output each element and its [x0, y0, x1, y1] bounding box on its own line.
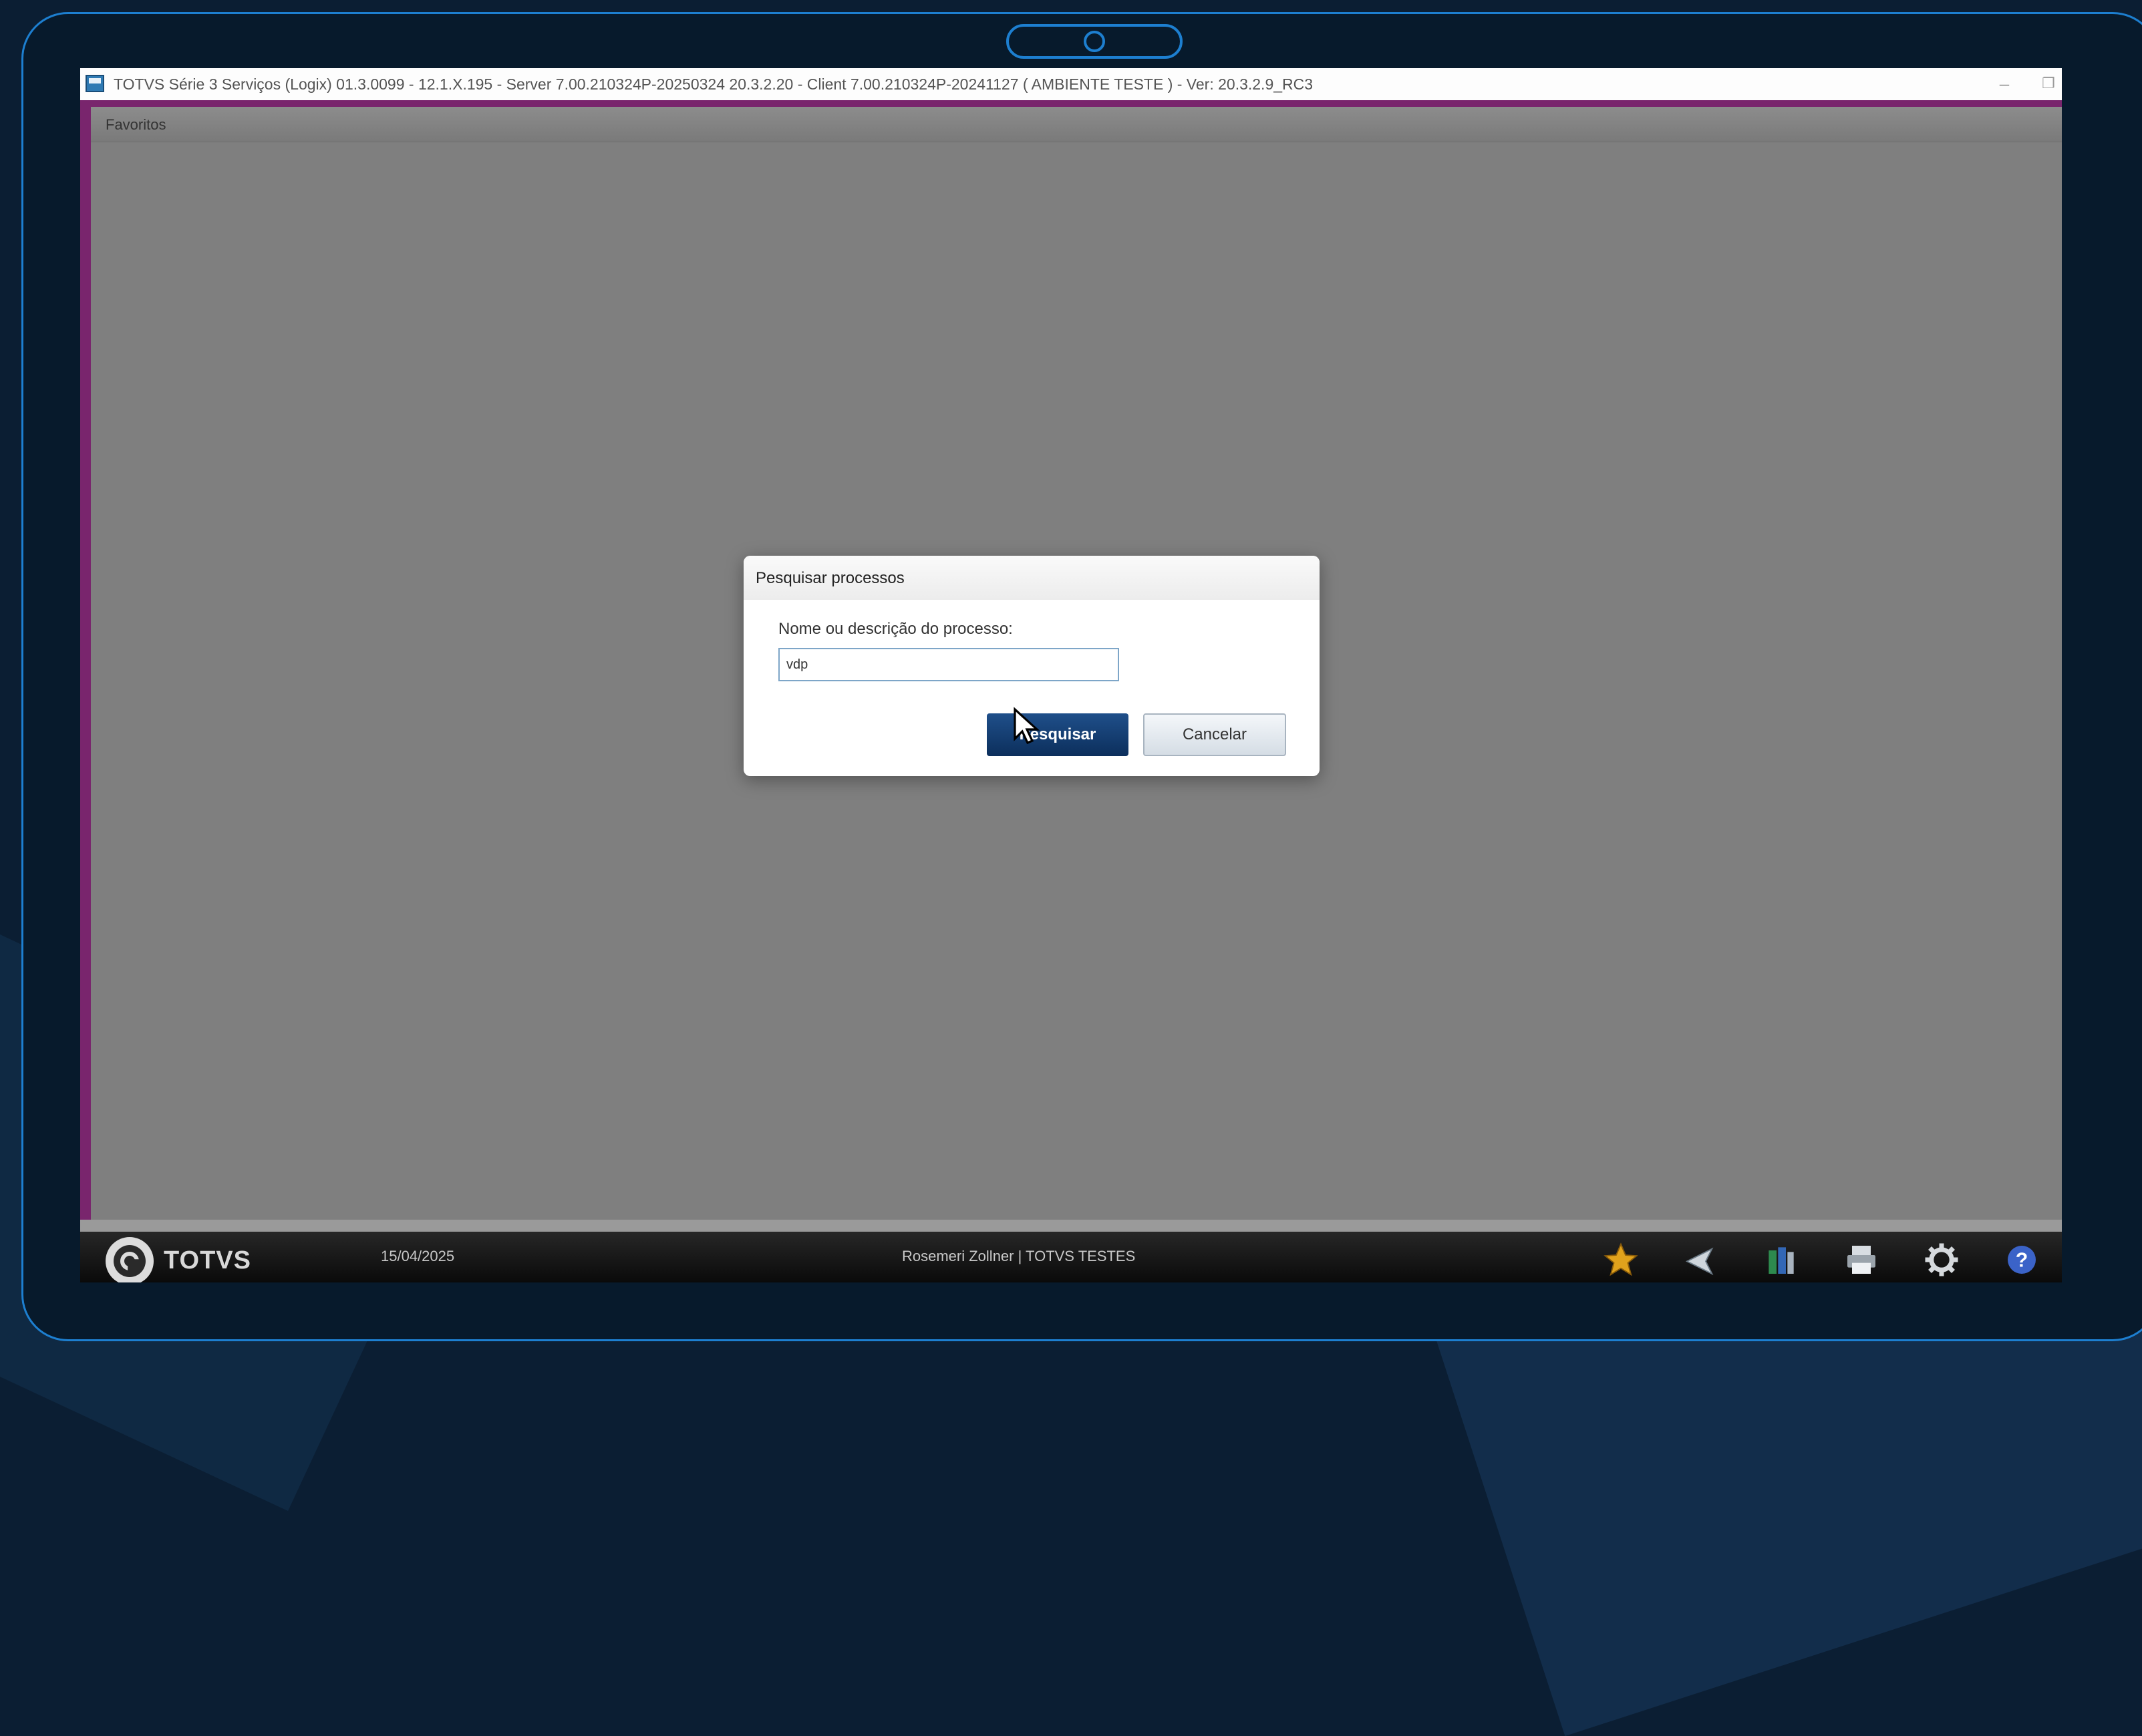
favorites-bar: Favoritos [91, 107, 2062, 142]
dialog-header: Pesquisar processos [744, 556, 1320, 600]
status-divider [80, 1220, 2062, 1232]
window-title: TOTVS Série 3 Serviços (Logix) 01.3.0099… [114, 75, 1314, 93]
process-search-input[interactable] [778, 648, 1119, 681]
books-icon[interactable] [1763, 1241, 1800, 1278]
search-button[interactable]: Pesquisar [987, 713, 1128, 756]
minimize-button[interactable]: – [1984, 68, 2024, 100]
accent-bar [80, 100, 2062, 107]
app-icon [86, 75, 104, 92]
favorites-menu[interactable]: Favoritos [106, 116, 166, 134]
restore-button[interactable]: ❐ [2028, 68, 2062, 100]
help-icon[interactable]: ? [2003, 1241, 2040, 1278]
cancel-button[interactable]: Cancelar [1143, 713, 1286, 756]
star-icon[interactable] [1602, 1241, 1640, 1278]
process-field-label: Nome ou descrição do processo: [778, 620, 1013, 638]
totvs-logo-icon [106, 1237, 154, 1282]
status-date: 15/04/2025 [381, 1248, 455, 1264]
camera-lens [1084, 31, 1105, 52]
printer-icon[interactable] [1843, 1241, 1880, 1278]
device-camera [1006, 24, 1183, 59]
close-button[interactable]: ✕ [2060, 68, 2062, 100]
gear-icon[interactable] [1923, 1241, 1960, 1278]
status-bar: TOTVS 15/04/2025 Rosemeri Zollner | TOTV… [80, 1220, 2062, 1282]
back-arrow-icon[interactable] [1682, 1241, 1720, 1278]
status-user: Rosemeri Zollner | TOTVS TESTES [902, 1248, 1136, 1264]
mouse-cursor-icon [1014, 707, 1040, 745]
left-accent-bar [80, 100, 91, 1262]
title-bar: TOTVS Série 3 Serviços (Logix) 01.3.0099… [80, 68, 2062, 100]
dialog-title: Pesquisar processos [756, 569, 905, 587]
totvs-logo-text: TOTVS [164, 1246, 251, 1274]
svg-text:?: ? [2016, 1250, 2028, 1272]
